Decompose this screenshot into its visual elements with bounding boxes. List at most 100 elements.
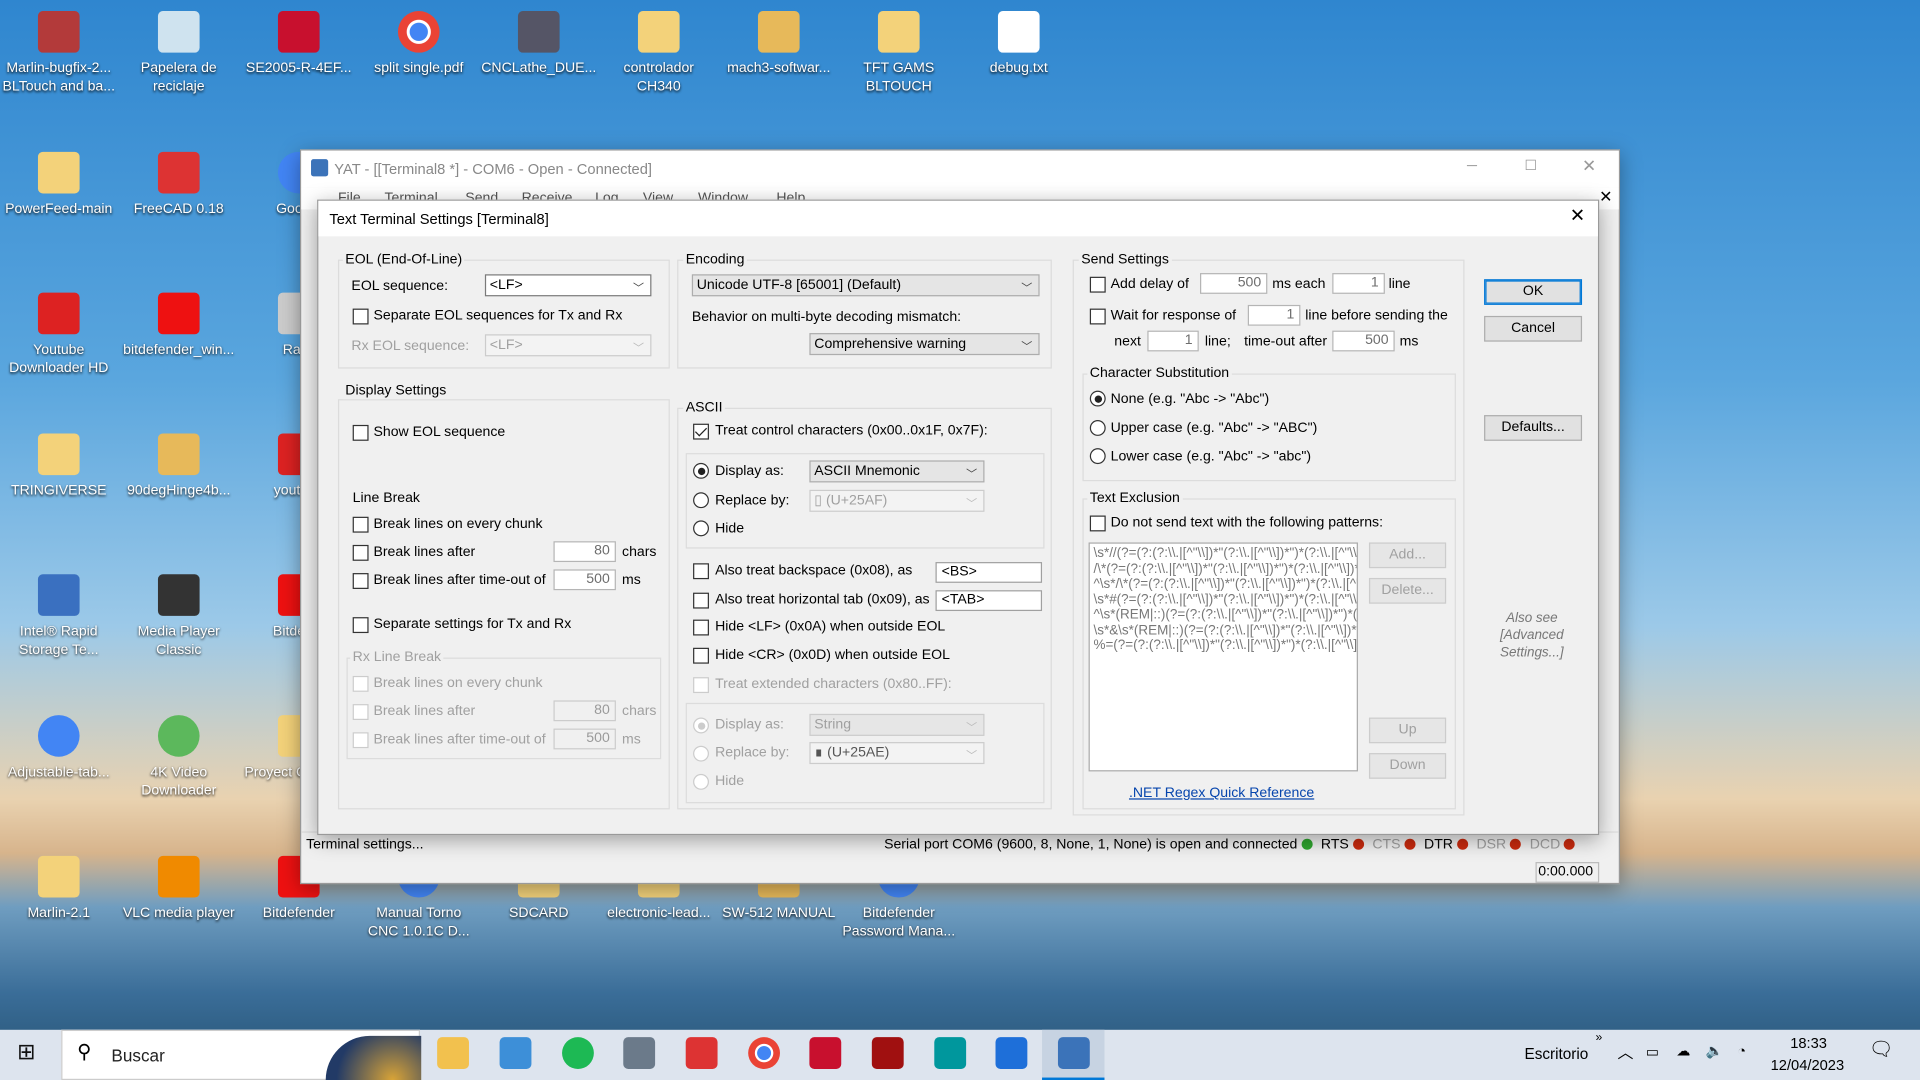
hide-cr-checkbox[interactable] <box>693 647 709 664</box>
windows-start-icon[interactable]: ⊞ <box>17 1041 35 1063</box>
pattern-item[interactable]: ^\s*/\*(?=(?:(?:\\.|[^"\\])*"(?:\\.|[^"\… <box>1093 577 1356 592</box>
tab-input[interactable]: <TAB> <box>935 590 1043 612</box>
chevron-down-icon: ﹀ <box>966 497 978 510</box>
pattern-item[interactable]: ^\s*(REM|::)(?=(?:(?:\\.|[^"\\])*"(?:\\.… <box>1093 607 1356 622</box>
pattern-item[interactable]: %=(?=(?:(?:\\.|[^"\\])*"(?:\\.|[^"\\])*"… <box>1093 638 1356 653</box>
desktop-icon[interactable]: Media Player Classic <box>120 567 238 660</box>
youtube-downloader-icon[interactable] <box>685 1037 718 1069</box>
mismatch-select[interactable]: Comprehensive warning ﹀ <box>809 333 1040 356</box>
desktop-icon[interactable]: SE2005-R-4EF... <box>240 4 358 79</box>
chevron-up-icon[interactable]: » <box>1596 1030 1603 1047</box>
youtube-downloader-icon <box>37 292 80 335</box>
ccleaner-icon[interactable] <box>995 1037 1028 1069</box>
desktop-icon[interactable]: Marlin-2.1 <box>0 849 118 924</box>
solidworks-icon[interactable] <box>809 1037 842 1069</box>
separate-tx-rx-checkbox[interactable] <box>352 617 369 634</box>
encoding-select[interactable]: Unicode UTF-8 [65001] (Default) ﹀ <box>691 274 1040 297</box>
wait-response-checkbox[interactable] <box>1089 308 1106 325</box>
desktop-icon[interactable]: Intel® Rapid Storage Te... <box>0 567 118 660</box>
desktop-icon[interactable]: mach3-softwar... <box>720 4 838 79</box>
minimize-button[interactable]: ─ <box>1467 158 1477 175</box>
backspace-input[interactable]: <BS> <box>935 562 1043 583</box>
break-every-chunk-checkbox[interactable] <box>352 516 369 533</box>
defaults-button[interactable]: Defaults... <box>1484 415 1583 441</box>
desktop-toolbar-label[interactable]: Escritorio <box>1524 1046 1588 1063</box>
maximize-button[interactable]: ☐ <box>1524 158 1537 175</box>
delay-input[interactable]: 500 <box>1200 273 1268 294</box>
desktop-icon[interactable]: Youtube Downloader HD <box>0 285 118 378</box>
desktop-icon[interactable]: PowerFeed-main <box>0 144 118 219</box>
show-eol-checkbox[interactable] <box>352 424 369 441</box>
4k-downloader-icon <box>157 715 200 757</box>
pattern-item[interactable]: \s*&\s*(REM|::)(?=(?:(?:\\.|[^"\\])*"(?:… <box>1093 623 1356 638</box>
file-explorer-icon[interactable] <box>437 1037 469 1069</box>
replace-by-radio[interactable] <box>693 492 709 509</box>
delay-line-input[interactable]: 1 <box>1332 273 1385 294</box>
clock-date[interactable]: 12/04/2023 <box>1771 1057 1845 1074</box>
dtr-label[interactable]: DTR <box>1424 838 1453 853</box>
add-delay-checkbox[interactable] <box>1089 276 1106 293</box>
hide-lf-checkbox[interactable] <box>693 619 709 636</box>
desktop-icon[interactable]: 90degHinge4b... <box>120 426 238 501</box>
char-sub-lower-radio[interactable] <box>1089 448 1106 465</box>
desktop-icon[interactable]: split single.pdf <box>360 4 478 79</box>
break-after-checkbox[interactable] <box>352 544 369 561</box>
char-sub-none-radio[interactable] <box>1089 390 1106 407</box>
backspace-checkbox[interactable] <box>693 563 709 580</box>
exclusion-patterns-list[interactable]: \s*//(?=(?:(?:\\.|[^"\\])*"(?:\\.|[^"\\]… <box>1088 542 1358 772</box>
dialog-close-button[interactable]: ✕ <box>1570 207 1585 225</box>
char-sub-upper-radio[interactable] <box>1089 420 1106 436</box>
ok-button[interactable]: OK <box>1484 279 1583 305</box>
timeout-input[interactable]: 500 <box>1332 330 1395 352</box>
control-panel-icon[interactable] <box>499 1037 532 1069</box>
separate-eol-checkbox[interactable] <box>352 308 369 325</box>
show-hidden-icons[interactable]: ︿ <box>1618 1044 1634 1061</box>
desktop-icon[interactable]: TFT GAMS BLTOUCH <box>840 4 958 97</box>
notifications-icon[interactable]: 🗨 <box>1869 1040 1894 1060</box>
rts-label[interactable]: RTS <box>1321 838 1349 853</box>
clock-time[interactable]: 18:33 <box>1790 1035 1827 1052</box>
display-as-select[interactable]: ASCII Mnemonic ﹀ <box>809 460 985 483</box>
desktop-icon[interactable]: TRINGIVERSE <box>0 426 118 501</box>
spotify-icon[interactable] <box>562 1037 594 1069</box>
pattern-item[interactable]: /\*(?=(?:(?:\\.|[^"\\])*"(?:\\.|[^"\\])*… <box>1093 561 1356 576</box>
calculator-icon[interactable] <box>623 1037 656 1069</box>
mdi-close-icon[interactable]: ✕ <box>1599 188 1612 206</box>
hide-radio[interactable] <box>693 520 709 537</box>
exclusion-enable-checkbox[interactable] <box>1089 515 1106 532</box>
desktop-icon[interactable]: bitdefender_win... <box>120 285 238 360</box>
yat-taskbar-button[interactable] <box>1042 1029 1105 1080</box>
archive-icon <box>757 11 800 53</box>
regex-reference-link[interactable]: .NET Regex Quick Reference <box>1129 785 1314 802</box>
treat-control-checkbox[interactable] <box>693 423 709 440</box>
desktop-icon[interactable]: debug.txt <box>960 4 1078 79</box>
desktop-icon[interactable]: VLC media player <box>120 849 238 924</box>
desktop-icon[interactable]: FreeCAD 0.18 <box>120 144 238 219</box>
pattern-item[interactable]: \s*#(?=(?:(?:\\.|[^"\\])*"(?:\\.|[^"\\])… <box>1093 592 1356 607</box>
search-box[interactable]: ⚲ Buscar <box>61 1029 422 1080</box>
break-after-input[interactable]: 80 <box>553 541 616 563</box>
chrome-icon[interactable] <box>748 1037 781 1069</box>
break-timeout-checkbox[interactable] <box>352 573 369 589</box>
bitdefender-icon[interactable] <box>871 1037 904 1069</box>
battery-icon[interactable]: ▭ <box>1646 1044 1659 1061</box>
desktop-icon[interactable]: Marlin-bugfix-2... BLTouch and ba... <box>0 4 118 97</box>
close-button[interactable]: ✕ <box>1582 157 1596 174</box>
arduino-icon[interactable] <box>934 1037 967 1069</box>
desktop-icon[interactable]: Adjustable-tab... <box>0 708 118 783</box>
desktop-icon[interactable]: Papelera de reciclaje <box>120 4 238 97</box>
display-as-radio[interactable] <box>693 462 709 479</box>
pattern-item[interactable]: \s*//(?=(?:(?:\\.|[^"\\])*"(?:\\.|[^"\\]… <box>1093 546 1356 561</box>
desktop-icon[interactable]: controlador CH340 <box>600 4 718 97</box>
onedrive-icon[interactable]: ☁ <box>1676 1043 1690 1060</box>
desktop-icon[interactable]: 4K Video Downloader <box>120 708 238 801</box>
next-line-input[interactable]: 1 <box>1147 330 1199 352</box>
eol-sequence-select[interactable]: <LF> ﹀ <box>484 274 652 297</box>
desktop-icon[interactable]: CNCLathe_DUE... <box>480 4 598 79</box>
cancel-button[interactable]: Cancel <box>1484 315 1583 342</box>
break-timeout-input[interactable]: 500 <box>553 569 616 591</box>
volume-icon[interactable]: 🔈 <box>1706 1043 1724 1060</box>
wifi-icon[interactable]: ◔ <box>1738 1043 1747 1060</box>
tab-checkbox[interactable] <box>693 592 709 609</box>
wait-response-input[interactable]: 1 <box>1247 304 1301 326</box>
